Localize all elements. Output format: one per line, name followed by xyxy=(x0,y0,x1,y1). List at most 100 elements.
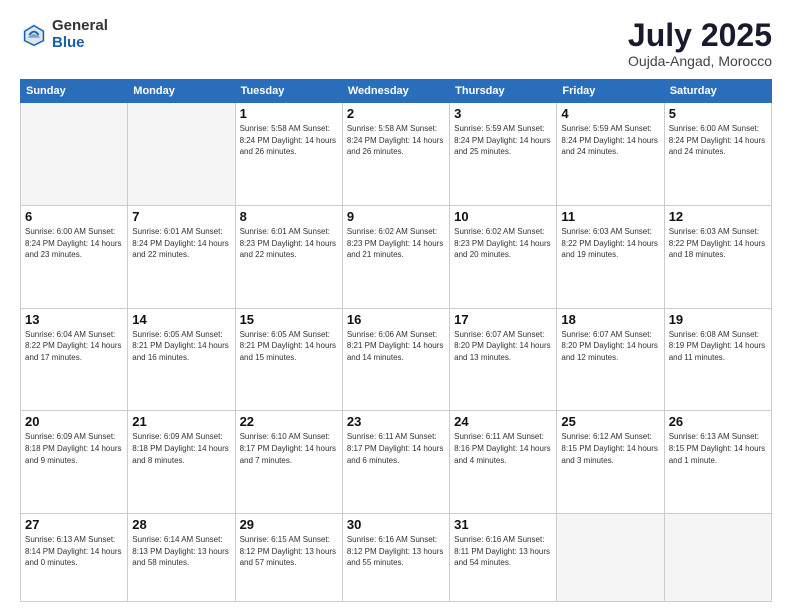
weekday-header-sunday: Sunday xyxy=(21,80,128,103)
day-cell: 4 Sunrise: 5:59 AM Sunset: 8:24 PM Daylig… xyxy=(557,103,664,206)
day-info: Sunrise: 6:03 AM Sunset: 8:22 PM Dayligh… xyxy=(669,226,767,261)
month-title: July 2025 xyxy=(628,18,772,53)
day-number: 29 xyxy=(240,517,338,532)
day-cell: 24 Sunrise: 6:11 AM Sunset: 8:16 PM Dayli… xyxy=(450,411,557,514)
logo-icon xyxy=(20,21,48,49)
day-info: Sunrise: 6:16 AM Sunset: 8:12 PM Dayligh… xyxy=(347,534,445,569)
week-row-2: 13 Sunrise: 6:04 AM Sunset: 8:22 PM Dayli… xyxy=(21,308,772,411)
day-cell: 10 Sunrise: 6:02 AM Sunset: 8:23 PM Dayli… xyxy=(450,205,557,308)
weekday-header-saturday: Saturday xyxy=(664,80,771,103)
week-row-1: 6 Sunrise: 6:00 AM Sunset: 8:24 PM Daylig… xyxy=(21,205,772,308)
day-info: Sunrise: 6:12 AM Sunset: 8:15 PM Dayligh… xyxy=(561,431,659,466)
page: General Blue July 2025 Oujda-Angad, Moro… xyxy=(0,0,792,612)
day-cell: 17 Sunrise: 6:07 AM Sunset: 8:20 PM Dayli… xyxy=(450,308,557,411)
day-cell: 6 Sunrise: 6:00 AM Sunset: 8:24 PM Daylig… xyxy=(21,205,128,308)
day-info: Sunrise: 6:05 AM Sunset: 8:21 PM Dayligh… xyxy=(240,329,338,364)
day-cell: 29Sunrise: 6:15 AM Sunset: 8:12 PM Dayli… xyxy=(235,514,342,602)
day-cell: 7Sunrise: 6:01 AM Sunset: 8:24 PM Daylig… xyxy=(128,205,235,308)
day-cell xyxy=(21,103,128,206)
day-number: 6 xyxy=(25,209,123,224)
day-cell: 13 Sunrise: 6:04 AM Sunset: 8:22 PM Dayli… xyxy=(21,308,128,411)
logo-text: General Blue xyxy=(52,18,108,51)
day-info: Sunrise: 6:05 AM Sunset: 8:21 PM Dayligh… xyxy=(132,329,230,364)
day-cell: 21 Sunrise: 6:09 AM Sunset: 8:18 PM Dayli… xyxy=(128,411,235,514)
header: General Blue July 2025 Oujda-Angad, Moro… xyxy=(20,18,772,69)
day-number: 11 xyxy=(561,209,659,224)
day-number: 24 xyxy=(454,414,552,429)
logo-blue: Blue xyxy=(52,35,108,52)
day-number: 18 xyxy=(561,312,659,327)
day-info: Sunrise: 6:00 AM Sunset: 8:24 PM Dayligh… xyxy=(25,226,123,261)
logo: General Blue xyxy=(20,18,108,51)
day-cell: 16Sunrise: 6:06 AM Sunset: 8:21 PM Dayli… xyxy=(342,308,449,411)
week-row-0: 1Sunrise: 5:58 AM Sunset: 8:24 PM Daylig… xyxy=(21,103,772,206)
day-cell: 20Sunrise: 6:09 AM Sunset: 8:18 PM Dayli… xyxy=(21,411,128,514)
day-info: Sunrise: 6:10 AM Sunset: 8:17 PM Dayligh… xyxy=(240,431,338,466)
day-cell: 11 Sunrise: 6:03 AM Sunset: 8:22 PM Dayli… xyxy=(557,205,664,308)
day-cell: 5 Sunrise: 6:00 AM Sunset: 8:24 PM Daylig… xyxy=(664,103,771,206)
day-cell: 14 Sunrise: 6:05 AM Sunset: 8:21 PM Dayli… xyxy=(128,308,235,411)
day-info: Sunrise: 6:01 AM Sunset: 8:23 PM Dayligh… xyxy=(240,226,338,261)
day-info: Sunrise: 6:02 AM Sunset: 8:23 PM Dayligh… xyxy=(454,226,552,261)
day-info: Sunrise: 6:13 AM Sunset: 8:15 PM Dayligh… xyxy=(669,431,767,466)
day-cell: 3Sunrise: 5:59 AM Sunset: 8:24 PM Daylig… xyxy=(450,103,557,206)
day-info: Sunrise: 5:58 AM Sunset: 8:24 PM Dayligh… xyxy=(240,123,338,158)
day-cell: 8Sunrise: 6:01 AM Sunset: 8:23 PM Daylig… xyxy=(235,205,342,308)
day-number: 17 xyxy=(454,312,552,327)
day-info: Sunrise: 5:59 AM Sunset: 8:24 PM Dayligh… xyxy=(561,123,659,158)
day-number: 25 xyxy=(561,414,659,429)
day-info: Sunrise: 6:04 AM Sunset: 8:22 PM Dayligh… xyxy=(25,329,123,364)
weekday-header-tuesday: Tuesday xyxy=(235,80,342,103)
day-number: 30 xyxy=(347,517,445,532)
day-number: 26 xyxy=(669,414,767,429)
day-number: 16 xyxy=(347,312,445,327)
day-cell: 22 Sunrise: 6:10 AM Sunset: 8:17 PM Dayli… xyxy=(235,411,342,514)
day-info: Sunrise: 5:58 AM Sunset: 8:24 PM Dayligh… xyxy=(347,123,445,158)
day-number: 31 xyxy=(454,517,552,532)
day-number: 13 xyxy=(25,312,123,327)
weekday-header-wednesday: Wednesday xyxy=(342,80,449,103)
day-info: Sunrise: 6:11 AM Sunset: 8:16 PM Dayligh… xyxy=(454,431,552,466)
day-cell: 15 Sunrise: 6:05 AM Sunset: 8:21 PM Dayli… xyxy=(235,308,342,411)
day-number: 2 xyxy=(347,106,445,121)
day-cell: 1Sunrise: 5:58 AM Sunset: 8:24 PM Daylig… xyxy=(235,103,342,206)
week-row-4: 27Sunrise: 6:13 AM Sunset: 8:14 PM Dayli… xyxy=(21,514,772,602)
day-info: Sunrise: 6:02 AM Sunset: 8:23 PM Dayligh… xyxy=(347,226,445,261)
day-number: 4 xyxy=(561,106,659,121)
day-number: 23 xyxy=(347,414,445,429)
day-info: Sunrise: 6:13 AM Sunset: 8:14 PM Dayligh… xyxy=(25,534,123,569)
day-info: Sunrise: 6:08 AM Sunset: 8:19 PM Dayligh… xyxy=(669,329,767,364)
day-cell: 25 Sunrise: 6:12 AM Sunset: 8:15 PM Dayli… xyxy=(557,411,664,514)
day-cell: 2 Sunrise: 5:58 AM Sunset: 8:24 PM Daylig… xyxy=(342,103,449,206)
location: Oujda-Angad, Morocco xyxy=(628,53,772,69)
day-number: 19 xyxy=(669,312,767,327)
weekday-header-monday: Monday xyxy=(128,80,235,103)
day-number: 10 xyxy=(454,209,552,224)
weekday-header-friday: Friday xyxy=(557,80,664,103)
day-number: 5 xyxy=(669,106,767,121)
day-info: Sunrise: 6:16 AM Sunset: 8:11 PM Dayligh… xyxy=(454,534,552,569)
day-cell: 9Sunrise: 6:02 AM Sunset: 8:23 PM Daylig… xyxy=(342,205,449,308)
day-number: 14 xyxy=(132,312,230,327)
day-cell: 31 Sunrise: 6:16 AM Sunset: 8:11 PM Dayli… xyxy=(450,514,557,602)
day-info: Sunrise: 5:59 AM Sunset: 8:24 PM Dayligh… xyxy=(454,123,552,158)
day-info: Sunrise: 6:00 AM Sunset: 8:24 PM Dayligh… xyxy=(669,123,767,158)
day-number: 22 xyxy=(240,414,338,429)
day-number: 28 xyxy=(132,517,230,532)
day-number: 12 xyxy=(669,209,767,224)
day-info: Sunrise: 6:07 AM Sunset: 8:20 PM Dayligh… xyxy=(454,329,552,364)
day-number: 15 xyxy=(240,312,338,327)
day-info: Sunrise: 6:09 AM Sunset: 8:18 PM Dayligh… xyxy=(132,431,230,466)
day-info: Sunrise: 6:03 AM Sunset: 8:22 PM Dayligh… xyxy=(561,226,659,261)
day-number: 7 xyxy=(132,209,230,224)
weekday-header-row: SundayMondayTuesdayWednesdayThursdayFrid… xyxy=(21,80,772,103)
day-cell: 23Sunrise: 6:11 AM Sunset: 8:17 PM Dayli… xyxy=(342,411,449,514)
day-number: 21 xyxy=(132,414,230,429)
day-cell xyxy=(557,514,664,602)
logo-general: General xyxy=(52,18,108,35)
week-row-3: 20Sunrise: 6:09 AM Sunset: 8:18 PM Dayli… xyxy=(21,411,772,514)
title-block: July 2025 Oujda-Angad, Morocco xyxy=(628,18,772,69)
day-cell: 30 Sunrise: 6:16 AM Sunset: 8:12 PM Dayli… xyxy=(342,514,449,602)
weekday-header-thursday: Thursday xyxy=(450,80,557,103)
day-info: Sunrise: 6:14 AM Sunset: 8:13 PM Dayligh… xyxy=(132,534,230,569)
